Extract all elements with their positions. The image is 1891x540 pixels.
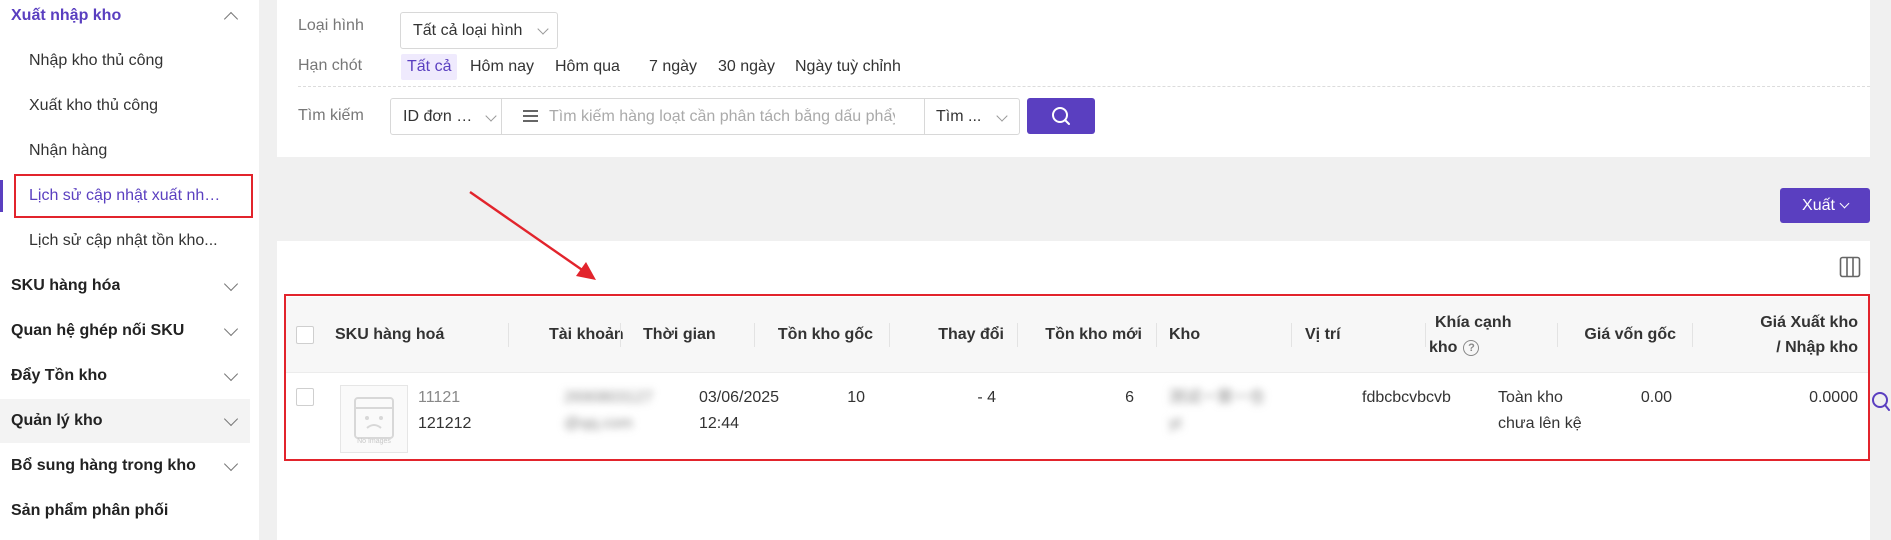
annotation-highlight-box	[14, 174, 253, 218]
date-option-custom[interactable]: Ngày tuỳ chỉnh	[789, 54, 907, 80]
menu-group-label: Sản phẩm phân phối	[11, 502, 169, 519]
search-mode-value: Tìm ...	[936, 107, 982, 125]
sidebar-item-stock-history[interactable]: Lịch sử cập nhật tồn kho...	[0, 219, 250, 263]
search-icon[interactable]	[1866, 390, 1890, 414]
search-group: ID đơn h... Tìm ...	[390, 98, 1020, 135]
menu-group-label: SKU hàng hóa	[11, 277, 121, 294]
date-option-30-days[interactable]: 30 ngày	[712, 54, 781, 80]
search-label: Tìm kiếm	[298, 107, 364, 124]
export-button[interactable]: Xuất	[1780, 188, 1870, 223]
chevron-up-icon	[223, 11, 239, 27]
divider	[924, 99, 925, 134]
chevron-down-icon	[537, 22, 549, 35]
menu-group-sku[interactable]: SKU hàng hóa	[0, 264, 250, 308]
type-label: Loại hình	[298, 17, 364, 34]
date-option-all[interactable]: Tất cả	[401, 54, 458, 80]
sidebar-item-manual-import[interactable]: Nhập kho thủ công	[0, 39, 250, 83]
menu-group-label: Bổ sung hàng trong kho	[11, 457, 196, 474]
type-select[interactable]: Tất cả loại hình	[400, 12, 558, 49]
list-icon	[523, 110, 538, 123]
search-mode-select[interactable]: Tìm ...	[936, 99, 1016, 134]
menu-group-label: Đẩy Tồn kho	[11, 367, 108, 384]
menu-group-label: Quản lý kho	[11, 412, 103, 429]
menu-group-sku-mapping[interactable]: Quan hệ ghép nối SKU	[0, 309, 250, 353]
menu-group-replenishment[interactable]: Bổ sung hàng trong kho	[0, 444, 250, 488]
menu-group-distribution-products[interactable]: Sản phẩm phân phối	[0, 489, 250, 533]
chevron-down-icon	[223, 366, 239, 382]
chevron-down-icon	[996, 110, 1008, 122]
menu-group-label: Xuất nhập kho	[11, 7, 122, 24]
divider	[501, 99, 502, 134]
search-input[interactable]	[547, 99, 897, 134]
menu-group-label: Quan hệ ghép nối SKU	[11, 322, 185, 339]
chevron-down-icon	[223, 411, 239, 427]
menu-group-warehouse-management[interactable]: Quản lý kho	[0, 399, 250, 443]
menu-group-push-stock[interactable]: Đẩy Tồn kho	[0, 354, 250, 398]
sidebar-item-label: Lịch sử cập nhật tồn kho...	[29, 232, 218, 249]
deadline-label: Hạn chót	[298, 57, 363, 74]
filter-panel: Loại hình Tất cả loại hình Hạn chót Tất …	[277, 0, 1870, 157]
chevron-down-icon	[223, 276, 239, 292]
sidebar-item-manual-export[interactable]: Xuất kho thủ công	[0, 84, 250, 128]
search-button[interactable]	[1027, 98, 1095, 134]
annotation-arrow	[469, 191, 596, 280]
sidebar-item-label: Nhập kho thủ công	[29, 52, 164, 69]
sidebar-item-label: Nhận hàng	[29, 142, 108, 159]
chevron-down-icon	[223, 321, 239, 337]
divider	[298, 86, 1870, 87]
sidebar-item-label: Xuất kho thủ công	[29, 97, 158, 114]
search-icon	[1052, 107, 1070, 125]
date-option-today[interactable]: Hôm nay	[464, 54, 540, 80]
export-button-label: Xuất	[1802, 196, 1835, 214]
date-option-7-days[interactable]: 7 ngày	[643, 54, 703, 80]
sidebar: Xuất nhập kho Nhập kho thủ công Xuất kho…	[0, 0, 259, 540]
sidebar-item-receive-goods[interactable]: Nhận hàng	[0, 129, 250, 173]
chevron-down-icon	[485, 110, 497, 122]
search-field-select[interactable]: ID đơn h...	[403, 99, 503, 134]
type-select-value: Tất cả loại hình	[413, 21, 523, 39]
date-option-yesterday[interactable]: Hôm qua	[549, 54, 626, 80]
columns-icon[interactable]	[1839, 256, 1861, 278]
chevron-down-icon	[223, 456, 239, 472]
annotation-highlight-box	[284, 294, 1870, 461]
chevron-down-icon	[1839, 198, 1850, 209]
menu-group-import-export[interactable]: Xuất nhập kho	[0, 0, 250, 38]
search-field-value: ID đơn h...	[403, 107, 473, 125]
